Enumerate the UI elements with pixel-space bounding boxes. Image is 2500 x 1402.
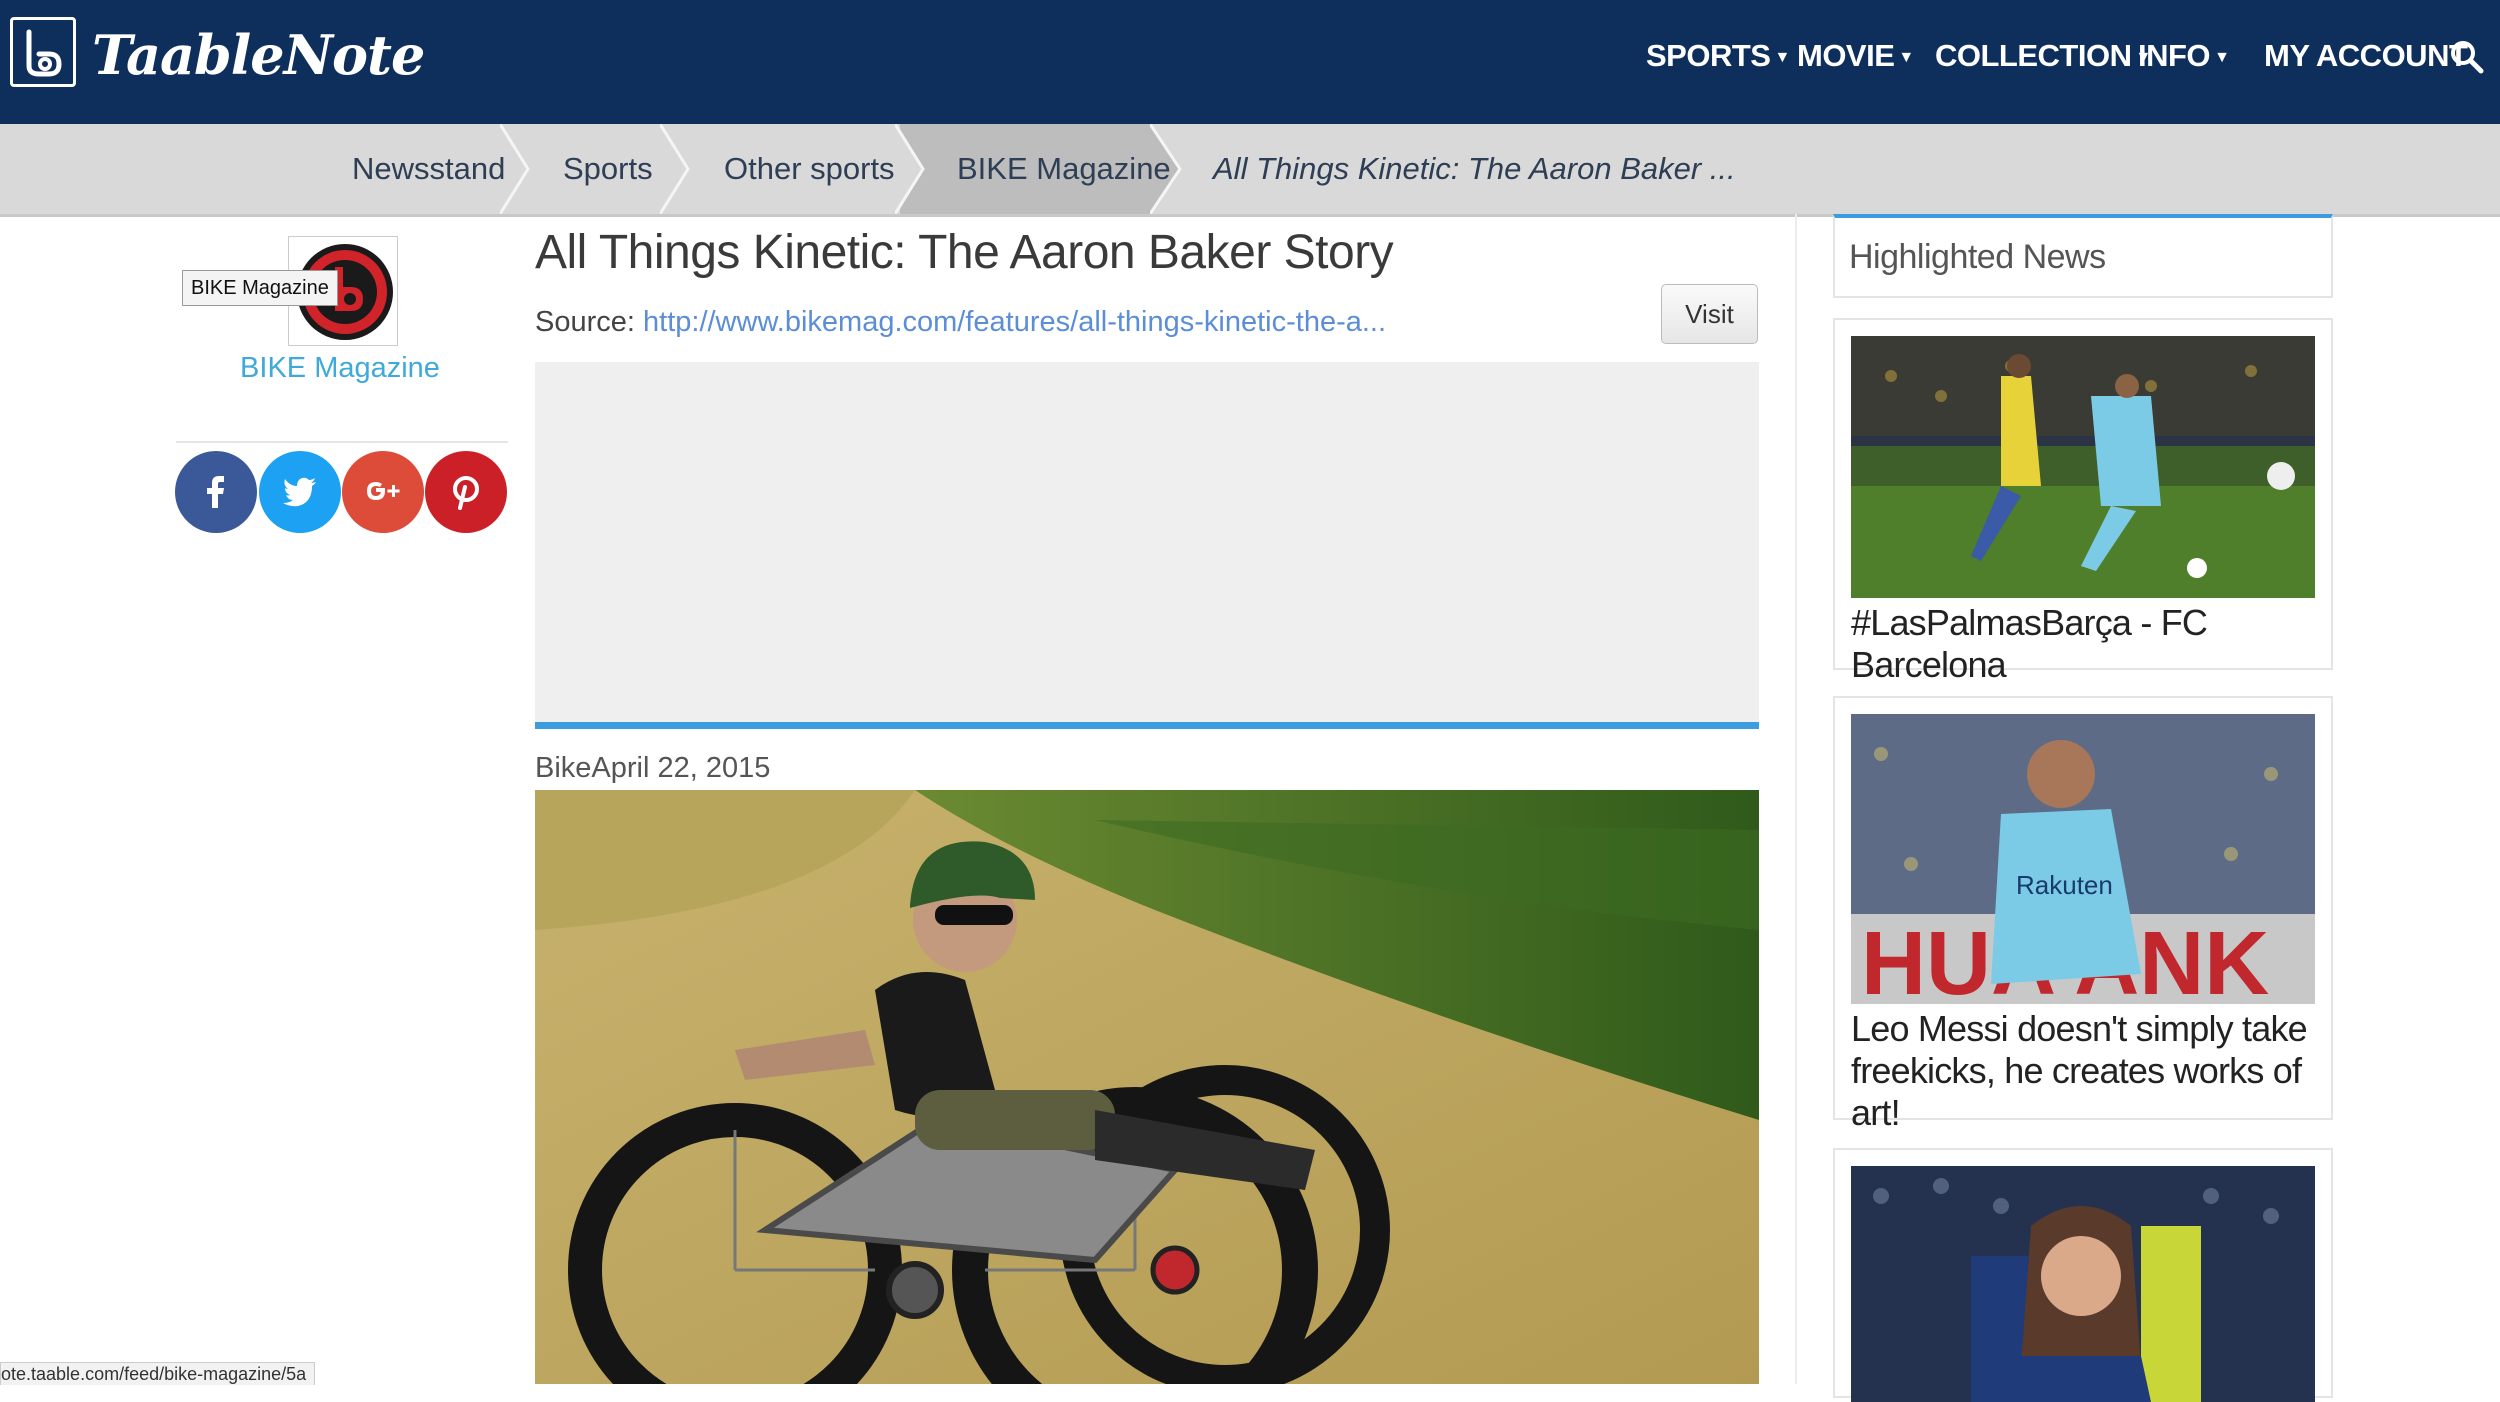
search-icon[interactable] [2448, 38, 2486, 76]
twitter-icon [283, 477, 316, 507]
embed-accent-bar [535, 722, 1759, 729]
article-title: All Things Kinetic: The Aaron Baker Stor… [535, 226, 1394, 279]
svg-text:Rakuten: Rakuten [2016, 870, 2113, 900]
breadcrumb-separator [660, 124, 690, 214]
nav-movie[interactable]: MOVIE ▼ [1797, 30, 1914, 82]
news-card[interactable]: HUA ANK Rakuten Leo Messi doesn't simply… [1833, 696, 2333, 1133]
news-thumbnail[interactable] [1851, 336, 2315, 598]
news-card[interactable] [1833, 1148, 2333, 1402]
browser-status-url: ote.taable.com/feed/bike-magazine/5a [0, 1362, 316, 1385]
nav-info-label: INFO [2138, 38, 2211, 73]
top-navbar: TaableNote SPORTS ▼ MOVIE ▼ COLLECTION ▼ IN… [0, 0, 2500, 124]
source-label: Source: [535, 306, 635, 338]
google-plus-share-button[interactable] [342, 451, 424, 533]
highlighted-news-title: Highlighted News [1849, 238, 2106, 276]
nav-my-account-label: MY ACCOUNT [2264, 38, 2468, 73]
nav-my-account[interactable]: MY ACCOUNT [2264, 30, 2468, 82]
source-url-link[interactable]: http://www.bikemag.com/features/all-thin… [643, 306, 1386, 338]
news-caption[interactable]: #LasPalmasBarça - FC Barcelona [1851, 602, 2321, 686]
brand-name[interactable]: TaableNote [92, 20, 425, 90]
nav-sports[interactable]: SPORTS ▼ [1646, 30, 1790, 82]
source-line: Source: http://www.bikemag.com/features/… [535, 300, 1386, 344]
twitter-share-button[interactable] [259, 451, 341, 533]
breadcrumb-bike-magazine[interactable]: BIKE Magazine [957, 124, 1171, 214]
news-caption[interactable]: Leo Messi doesn't simply take freekicks,… [1851, 1008, 2321, 1134]
nav-info[interactable]: INFO ▼ [2138, 30, 2230, 82]
nav-collection[interactable]: COLLECTION ▼ [1935, 30, 2151, 82]
divider [176, 441, 508, 443]
breadcrumb: Newsstand Sports Other sports BIKE Magaz… [0, 124, 2500, 217]
brand-logo-icon[interactable] [10, 17, 76, 87]
article-dateline: BikeApril 22, 2015 [535, 752, 771, 784]
nav-sports-label: SPORTS [1646, 38, 1771, 73]
chevron-down-icon: ▼ [1898, 48, 1914, 66]
nav-collection-label: COLLECTION [1935, 38, 2132, 73]
visit-button[interactable]: Visit [1661, 284, 1758, 344]
news-thumbnail[interactable]: HUA ANK Rakuten [1851, 714, 2315, 1004]
pinterest-icon [453, 476, 479, 510]
breadcrumb-other-sports[interactable]: Other sports [724, 124, 895, 214]
embed-placeholder [535, 362, 1759, 722]
article-hero-image[interactable] [535, 790, 1759, 1384]
chevron-down-icon: ▼ [2214, 48, 2230, 66]
breadcrumb-current-article: All Things Kinetic: The Aaron Baker ... [1213, 151, 1736, 186]
breadcrumb-newsstand[interactable]: Newsstand [352, 124, 505, 214]
facebook-icon [207, 476, 224, 508]
source-tooltip: BIKE Magazine [182, 270, 338, 306]
news-card[interactable]: #LasPalmasBarça - FC Barcelona [1833, 318, 2333, 685]
nav-movie-label: MOVIE [1797, 38, 1895, 73]
facebook-share-button[interactable] [175, 451, 257, 533]
column-divider [1795, 214, 1797, 1384]
breadcrumb-separator [895, 124, 925, 214]
breadcrumb-sports[interactable]: Sports [563, 124, 653, 214]
news-thumbnail[interactable] [1851, 1166, 2315, 1402]
pinterest-share-button[interactable] [425, 451, 507, 533]
highlighted-news-header: Highlighted News [1833, 214, 2333, 298]
source-name-link[interactable]: BIKE Magazine [180, 352, 500, 385]
chevron-down-icon: ▼ [1774, 48, 1790, 66]
google-plus-icon [367, 482, 400, 500]
